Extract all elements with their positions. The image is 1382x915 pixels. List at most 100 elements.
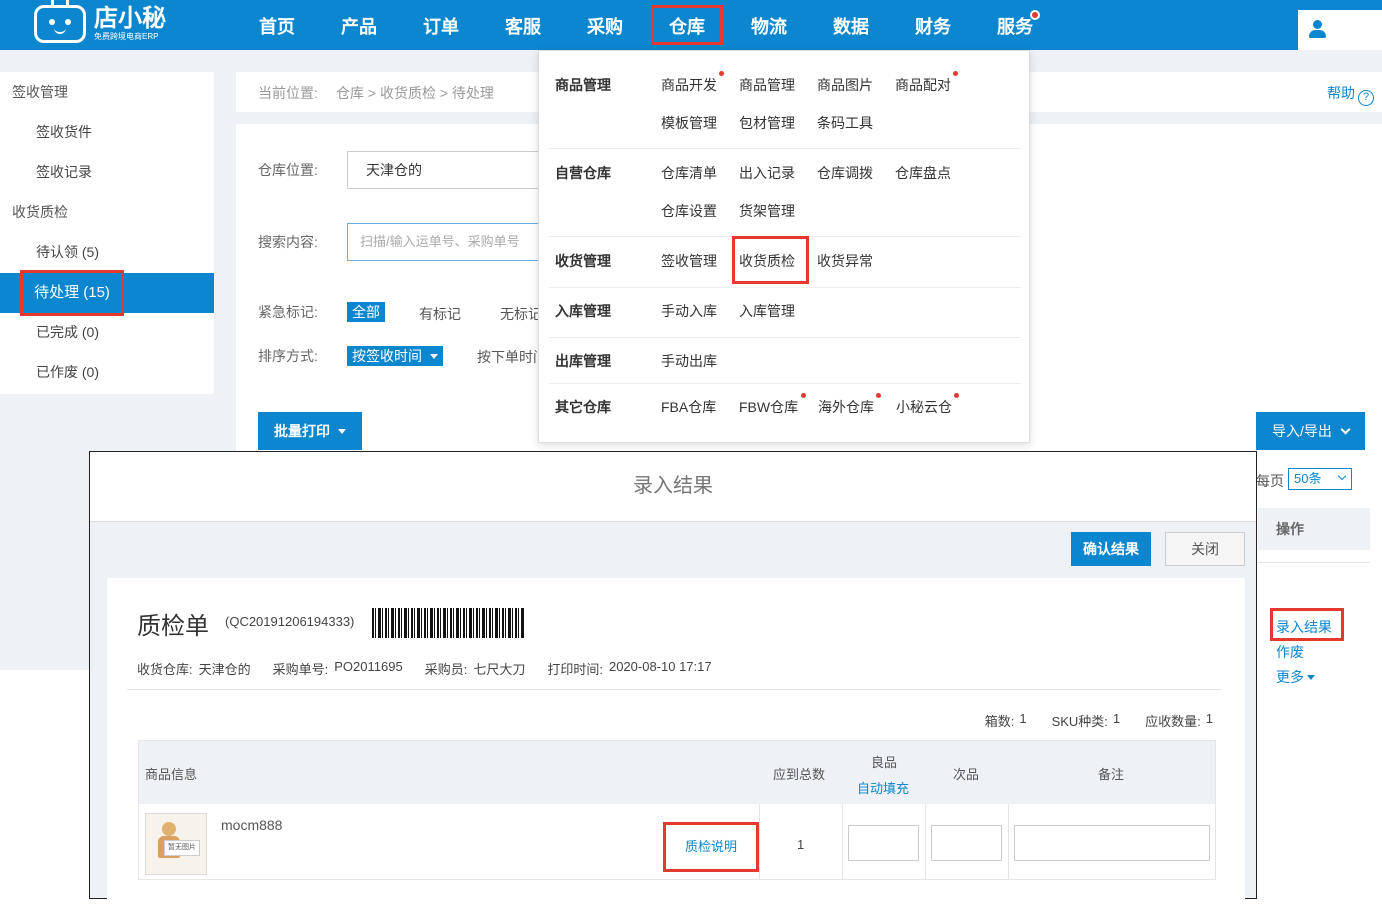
menu-item-stocktake[interactable]: 仓库盘点 [895,163,951,183]
menu-item-product-pairing[interactable]: 商品配对 [895,75,951,95]
sidebar-item-done[interactable]: 已完成 (0) [36,322,99,342]
menu-item-in-out-records[interactable]: 出入记录 [739,163,795,183]
divider [549,383,1021,384]
chevron-down-icon [1340,424,1351,435]
autofill-link[interactable]: 自动填充 [857,778,909,797]
sidebar-item-pending-claim[interactable]: 待认领 (5) [36,242,99,262]
menu-item-manual-inbound[interactable]: 手动入库 [661,301,717,321]
more-label: 更多 [1276,669,1304,685]
sidebar-group-qc[interactable]: 收货质检 [12,202,68,222]
col-defective: 次品 [953,767,980,782]
breadcrumb-path[interactable]: 仓库 > 收货质检 > 待处理 [336,83,494,103]
sidebar-group-receiving[interactable]: 签收管理 [12,82,68,102]
nav-item-home[interactable]: 首页 [236,0,318,50]
remark-input[interactable] [1014,825,1210,861]
new-dot [876,393,881,398]
menu-item-warehouse-transfer[interactable]: 仓库调拨 [817,163,873,183]
divider [549,148,1021,149]
qc-table: 商品信息 应到总数 良品 自动填充 次品 备注 暂无图片 mocm888 质检说… [138,740,1216,880]
modal-title: 录入结果 [90,452,1256,522]
search-input[interactable]: 扫描/输入运单号、采购单号 [347,223,547,261]
import-export-button[interactable]: 导入/导出 [1256,412,1365,450]
divider [549,287,1021,288]
per-page-select[interactable]: 50条 [1288,468,1352,490]
warehouse-select[interactable]: 天津仓的 [347,151,547,189]
buyer-value: 七尺大刀 [473,662,526,677]
caret-down-icon [430,354,438,359]
nav-item-data[interactable]: 数据 [810,0,892,50]
more-link[interactable]: 更多 [1276,667,1315,687]
sort-by-receive-time[interactable]: 按签收时间 [347,346,443,366]
menu-item-manual-outbound[interactable]: 手动出库 [661,351,717,371]
sidebar: 签收管理 签收货件 签收记录 收货质检 待认领 (5) 已完成 (0) 已作废 … [0,72,214,394]
import-export-label: 导入/导出 [1272,423,1332,439]
close-button[interactable]: 关闭 [1165,532,1245,566]
urgent-filter-marked[interactable]: 有标记 [419,304,461,324]
menu-item-shelf-manage[interactable]: 货架管理 [739,201,795,221]
main-nav: 首页 产品 订单 客服 采购 仓库 物流 数据 财务 服务 [236,0,1056,50]
nav-item-finance[interactable]: 财务 [892,0,974,50]
po-number-label: 采购单号: [272,662,329,677]
nav-item-orders[interactable]: 订单 [400,0,482,50]
menu-item-product-manage[interactable]: 商品管理 [739,75,795,95]
sidebar-item-pending[interactable]: 待处理 (15) [20,270,124,316]
brand-logo[interactable]: 店小秘 免费跨境电商ERP [34,0,166,46]
box-count-value: 1 [1019,711,1027,726]
nav-item-customer-service[interactable]: 客服 [482,0,564,50]
menu-item-receiving-exception[interactable]: 收货异常 [817,251,873,271]
confirm-result-button[interactable]: 确认结果 [1071,532,1151,566]
sku-types-label: SKU种类: [1051,714,1108,729]
warehouse-dropdown-menu: 商品管理 商品开发 商品管理 商品图片 商品配对 模板管理 包材管理 条码工具 … [538,50,1030,443]
nav-item-services[interactable]: 服务 [974,0,1056,50]
question-icon: ? [1358,90,1374,106]
sort-label: 排序方式: [258,348,318,364]
new-dot [719,71,724,76]
dropdown-group-other-warehouse: 其它仓库 [555,399,611,415]
good-qty-input[interactable] [848,825,919,861]
qc-note-link[interactable]: 质检说明 [663,822,759,872]
menu-item-inbound-manage[interactable]: 入库管理 [739,301,795,321]
menu-item-fbw-warehouse[interactable]: FBW仓库 [739,397,798,417]
print-time-label: 打印时间: [547,662,603,677]
menu-item-templates[interactable]: 模板管理 [661,113,717,133]
menu-item-product-dev[interactable]: 商品开发 [661,75,717,95]
new-dot [801,393,806,398]
menu-item-overseas-warehouse[interactable]: 海外仓库 [818,397,874,417]
menu-item-warehouse-list[interactable]: 仓库清单 [661,163,717,183]
sidebar-item-records[interactable]: 签收记录 [36,162,92,182]
help-link[interactable]: 帮助? [1327,83,1374,106]
col-product-info: 商品信息 [145,767,198,782]
sidebar-item-void[interactable]: 已作废 (0) [36,362,99,382]
print-time-value: 2020-08-10 17:17 [608,659,712,674]
chevron-down-icon [1337,471,1347,481]
menu-item-receiving-manage[interactable]: 签收管理 [661,251,717,271]
menu-item-fba-warehouse[interactable]: FBA仓库 [661,397,716,417]
nav-item-warehouse[interactable]: 仓库 [646,0,728,50]
urgent-label: 紧急标记: [258,304,318,320]
urgent-filter-all[interactable]: 全部 [347,302,385,322]
user-menu[interactable] [1298,10,1382,50]
menu-item-product-images[interactable]: 商品图片 [817,75,873,95]
menu-item-packaging[interactable]: 包材管理 [739,113,795,133]
defective-qty-input[interactable] [931,825,1002,861]
nav-item-logistics[interactable]: 物流 [728,0,810,50]
search-label: 搜索内容: [258,234,318,250]
sort-by-order-time[interactable]: 按下单时间 [477,347,537,367]
dropdown-group-inbound: 入库管理 [555,303,611,319]
operations-header: 操作 [1258,508,1370,550]
batch-print-button[interactable]: 批量打印 [258,412,362,450]
per-page-value: 50条 [1294,471,1322,486]
no-image-label: 暂无图片 [164,840,200,856]
menu-item-warehouse-settings[interactable]: 仓库设置 [661,201,717,221]
box-count-label: 箱数: [984,714,1015,729]
nav-item-products[interactable]: 产品 [318,0,400,50]
void-link[interactable]: 作废 [1276,642,1304,662]
menu-item-xiaomi-cloud-warehouse[interactable]: 小秘云仓 [896,397,952,417]
menu-item-barcode-tool[interactable]: 条码工具 [817,113,873,133]
sidebar-item-receive[interactable]: 签收货件 [36,122,92,142]
product-thumbnail[interactable]: 暂无图片 [145,813,207,875]
expected-qty-value: 1 [1205,711,1213,726]
col-remark: 备注 [1098,767,1125,782]
nav-item-purchasing[interactable]: 采购 [564,0,646,50]
urgent-filter-unmarked[interactable]: 无标记 [500,304,538,324]
